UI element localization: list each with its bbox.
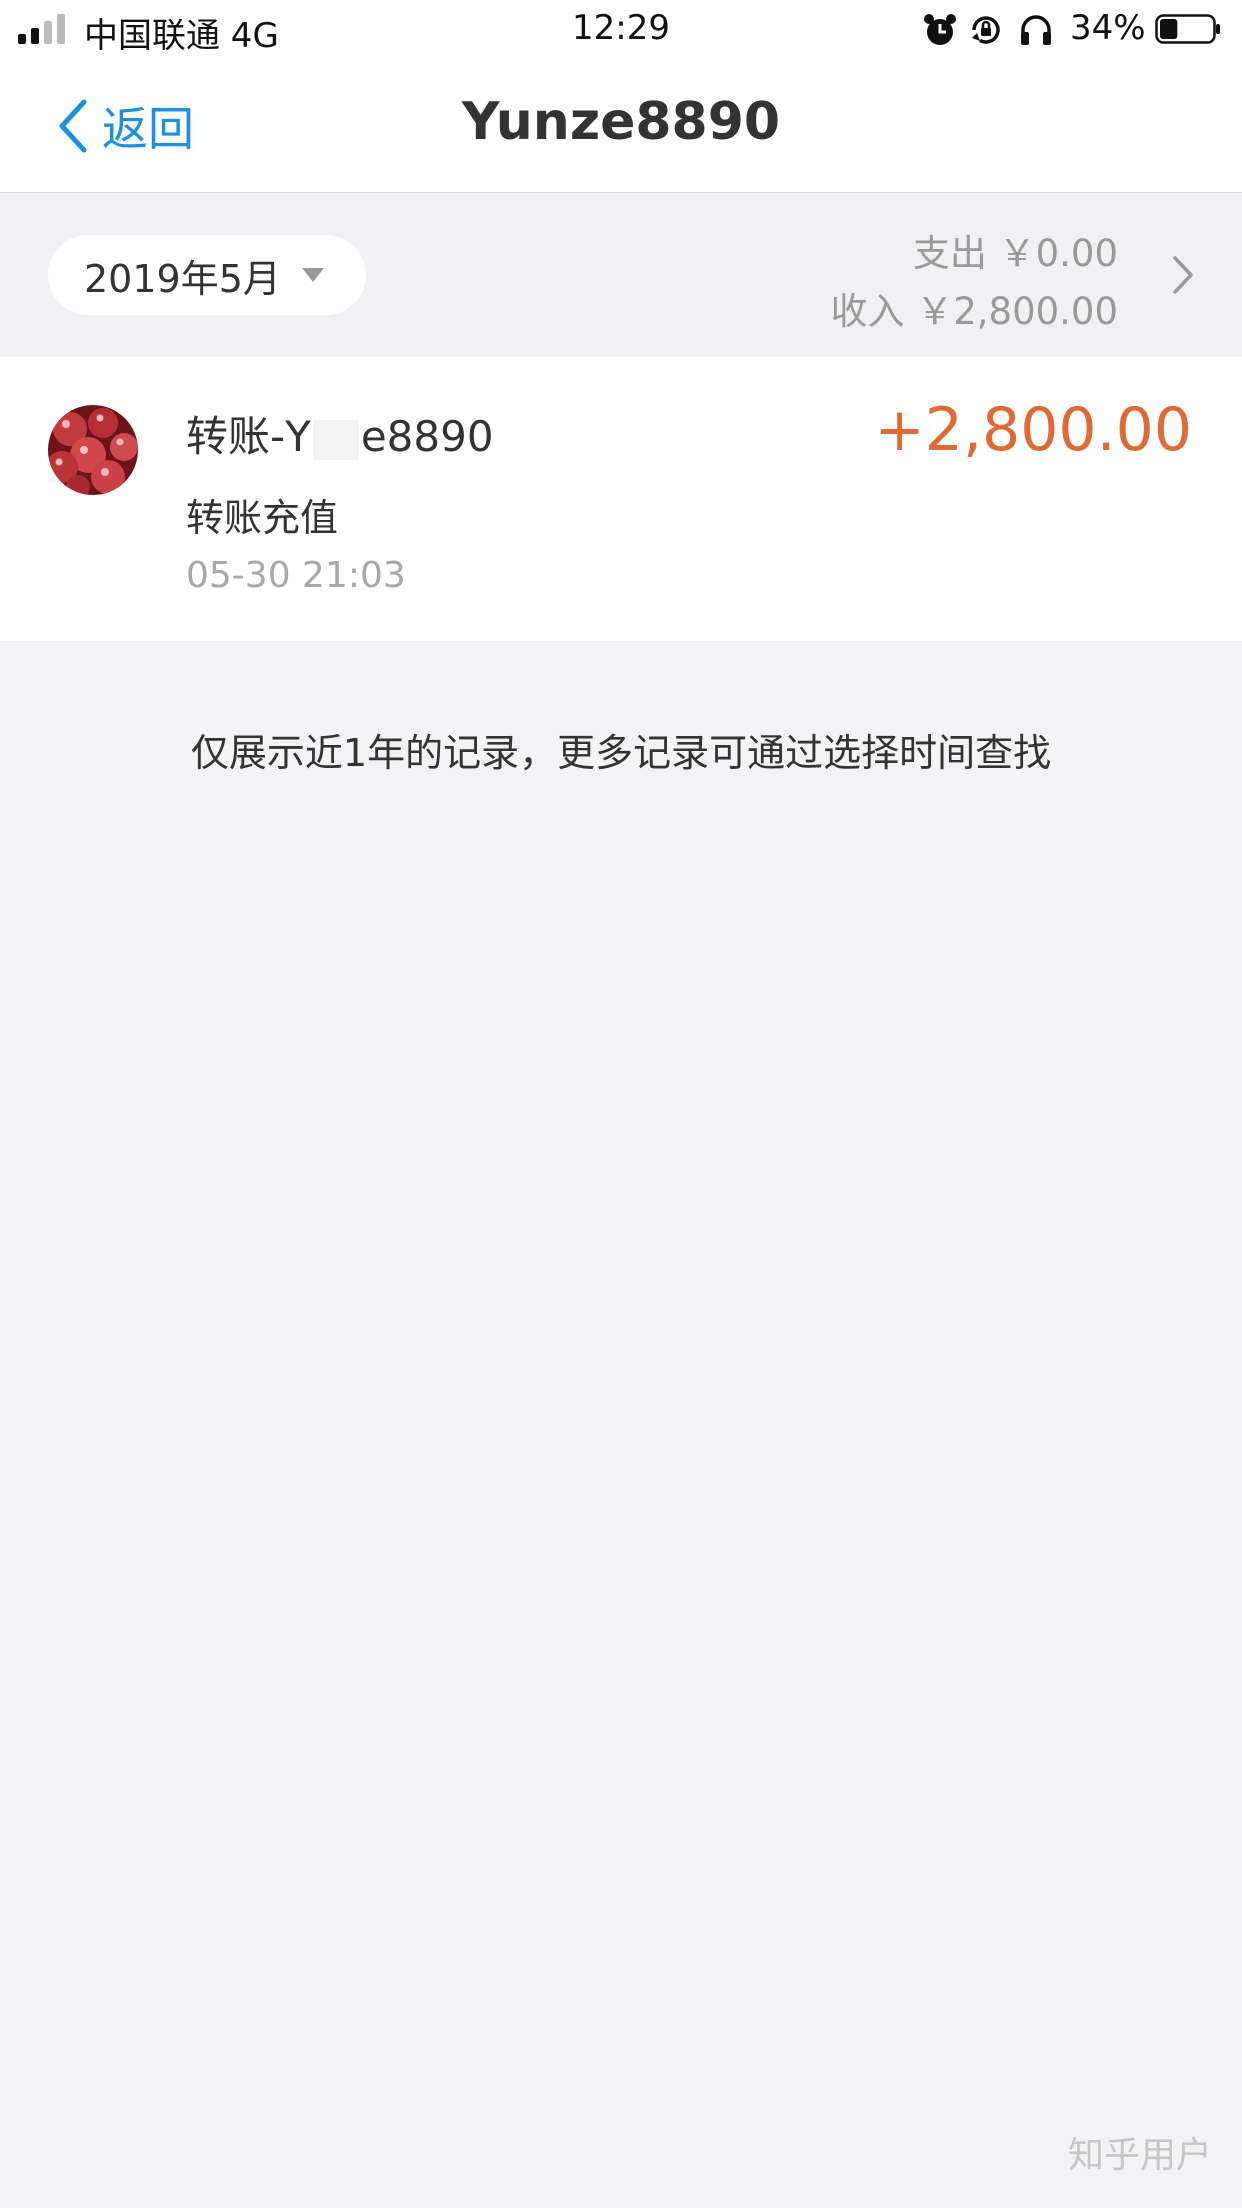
battery-percent: 34% [1070,8,1146,48]
avatar [48,405,138,495]
status-bar: 中国联通 4G 12:29 34% [0,0,1242,62]
redacted-region [312,419,359,460]
transaction-amount: +2,800.00 [874,395,1192,465]
battery-icon [1155,14,1220,44]
clock: 12:29 [572,8,670,48]
month-summary: 2019年5月 支出 ￥0.00 收入 ￥2,800.00 [0,193,1242,357]
watermark: 知乎用户 [1067,2135,1212,2176]
transaction-type: 转账充值 [186,496,339,540]
month-label: 2019年5月 [84,256,281,301]
transaction-name: 转账-Y e8890 [186,403,494,464]
chevron-right-icon[interactable] [1172,255,1194,295]
transaction-time: 05-30 21:03 [186,555,406,596]
alarm-icon [924,14,956,45]
transaction-name-prefix: 转账-Y [186,412,311,461]
transaction-row[interactable]: 转账-Y e8890 转账充值 05-30 21:03 +2,800.00 [0,357,1242,641]
caret-down-icon [301,268,324,282]
income-total: 收入 ￥2,800.00 [830,290,1118,333]
navigation-bar: 返回 Yunze8890 [0,62,1242,193]
headphones-icon [1021,15,1051,45]
history-note: 仅展示近1年的记录，更多记录可通过选择时间查找 [190,731,1052,775]
rotation-lock-icon [972,16,1000,44]
expense-total: 支出 ￥0.00 [912,232,1118,275]
page-title: Yunze8890 [461,92,781,152]
transaction-name-suffix: e8890 [360,412,494,461]
month-picker[interactable]: 2019年5月 [48,235,366,315]
